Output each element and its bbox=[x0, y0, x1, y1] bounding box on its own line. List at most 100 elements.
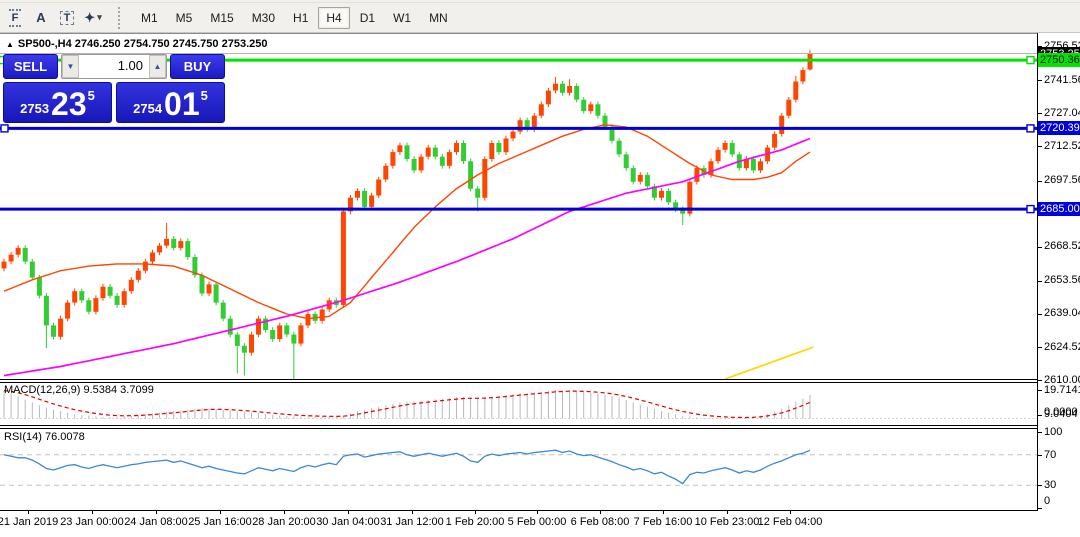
timeframe-m1-button[interactable]: M1 bbox=[133, 7, 166, 29]
price-axis-label: 2668.520 bbox=[1044, 240, 1080, 252]
rsi-level-label: 0 bbox=[1044, 495, 1050, 507]
time-tick bbox=[284, 511, 285, 514]
ask-price-whole: 2754 bbox=[133, 101, 162, 116]
macd-tick bbox=[1038, 390, 1042, 391]
x-axis-label: 21 Jan 2019 bbox=[0, 516, 58, 528]
ask-price-pips: 01 bbox=[164, 89, 200, 119]
volume-increase-button[interactable]: ▲ bbox=[149, 55, 166, 78]
line-handle[interactable] bbox=[1, 125, 8, 132]
price-tag: 2750.368 bbox=[1038, 53, 1080, 67]
x-axis-label: 24 Jan 08:00 bbox=[124, 516, 188, 528]
time-tick bbox=[790, 511, 791, 514]
x-axis-label: 12 Feb 04:00 bbox=[758, 516, 823, 528]
macd-scale-overlap: 9.0404 bbox=[1044, 408, 1078, 420]
x-axis-label: 7 Feb 16:00 bbox=[634, 516, 693, 528]
x-axis-label: 1 Feb 20:00 bbox=[446, 516, 505, 528]
sell-button[interactable]: SELL bbox=[3, 54, 58, 79]
time-tick bbox=[92, 511, 93, 514]
timeframe-m15-button[interactable]: M15 bbox=[202, 7, 241, 29]
x-axis-label: 30 Jan 04:00 bbox=[316, 516, 380, 528]
x-axis-label: 10 Feb 23:00 bbox=[695, 516, 760, 528]
macd-indicator-label: MACD(12,26,9) 9.5384 3.7099 bbox=[4, 384, 154, 396]
volume-input[interactable]: 1.00 bbox=[79, 55, 149, 78]
toolbar: F A T ✦ ▾ M1 M5 M15 M30 H1 H4 D1 W1 MN bbox=[0, 3, 1080, 33]
line-handle[interactable] bbox=[1027, 125, 1034, 132]
price-tick bbox=[1038, 247, 1042, 248]
x-axis-label: 5 Feb 00:00 bbox=[508, 516, 567, 528]
trading-platform-window: F A T ✦ ▾ M1 M5 M15 M30 H1 H4 D1 W1 MN ▲… bbox=[0, 0, 1080, 537]
price-tick bbox=[1038, 146, 1042, 147]
x-axis-label: 6 Feb 08:00 bbox=[571, 516, 630, 528]
price-tick bbox=[1038, 380, 1042, 381]
time-tick bbox=[412, 511, 413, 514]
time-tick bbox=[156, 511, 157, 514]
text-label-icon: T bbox=[60, 11, 75, 25]
rsi-level-label: 70 bbox=[1044, 449, 1056, 461]
price-axis-label: 2697.560 bbox=[1044, 174, 1080, 186]
price-axis-label: 2712.520 bbox=[1044, 140, 1080, 152]
macd-scale-top: 19.7141 bbox=[1044, 384, 1080, 396]
timeframe-h4-button[interactable]: H4 bbox=[318, 7, 349, 29]
price-axis-label: 2741.560 bbox=[1044, 74, 1080, 86]
volume-decrease-button[interactable]: ▼ bbox=[62, 55, 79, 78]
label-tool-button[interactable]: T bbox=[56, 7, 78, 29]
price-tick bbox=[1038, 281, 1042, 282]
timeframe-m30-button[interactable]: M30 bbox=[244, 7, 283, 29]
price-tag: 2720.393 bbox=[1038, 121, 1080, 135]
macd-panel[interactable] bbox=[0, 383, 1037, 425]
time-axis[interactable]: 21 Jan 201923 Jan 00:0024 Jan 08:0025 Ja… bbox=[0, 511, 1080, 537]
price-tick bbox=[1038, 181, 1042, 182]
fibonacci-tool-button[interactable]: F bbox=[4, 7, 26, 29]
chart-title: ▲SP500-,H4 2746.250 2754.750 2745.750 27… bbox=[6, 38, 267, 50]
time-tick bbox=[600, 511, 601, 514]
chevron-down-icon: ▾ bbox=[97, 12, 102, 23]
rsi-tick bbox=[1038, 485, 1042, 486]
time-tick bbox=[28, 511, 29, 514]
price-axis-label: 2624.520 bbox=[1044, 341, 1080, 353]
text-tool-button[interactable]: A bbox=[30, 7, 52, 29]
ask-price-box[interactable]: 2754 01 5 bbox=[116, 82, 225, 123]
rsi-panel[interactable] bbox=[0, 429, 1037, 510]
rsi-tick bbox=[1038, 508, 1042, 509]
bid-price-whole: 2753 bbox=[20, 101, 49, 116]
line-handle[interactable] bbox=[1027, 57, 1034, 64]
price-axis-label: 2653.560 bbox=[1044, 274, 1080, 286]
bid-price-point: 5 bbox=[88, 88, 95, 103]
collapse-arrow-icon[interactable]: ▲ bbox=[6, 40, 14, 49]
rsi-tick bbox=[1038, 455, 1042, 456]
buy-button[interactable]: BUY bbox=[170, 54, 225, 79]
toolbar-grip[interactable] bbox=[118, 7, 125, 29]
ask-price-point: 5 bbox=[201, 88, 208, 103]
volume-stepper: ▼ 1.00 ▲ bbox=[61, 54, 167, 79]
one-click-trading-panel: SELL ▼ 1.00 ▲ BUY 2753 23 5 2754 01 5 bbox=[3, 54, 225, 123]
price-axis[interactable]: 2756.5202741.5602727.0402712.5202697.560… bbox=[1037, 33, 1080, 511]
time-tick bbox=[348, 511, 349, 514]
price-tick bbox=[1038, 347, 1042, 348]
x-axis-label: 25 Jan 16:00 bbox=[188, 516, 252, 528]
arrows-tool-button[interactable]: ✦ ▾ bbox=[82, 7, 104, 29]
timeframe-d1-button[interactable]: D1 bbox=[352, 7, 383, 29]
timeframe-h1-button[interactable]: H1 bbox=[285, 7, 316, 29]
text-icon: A bbox=[36, 10, 45, 25]
bid-price-box[interactable]: 2753 23 5 bbox=[3, 82, 112, 123]
arrows-icon: ✦ bbox=[84, 10, 95, 26]
x-axis-label: 31 Jan 12:00 bbox=[380, 516, 444, 528]
line-handle[interactable] bbox=[1027, 206, 1034, 213]
time-tick bbox=[537, 511, 538, 514]
time-tick bbox=[475, 511, 476, 514]
time-tick bbox=[663, 511, 664, 514]
price-tag: 2685.000 bbox=[1038, 202, 1080, 216]
rsi-level-label: 30 bbox=[1044, 479, 1056, 491]
x-axis-label: 23 Jan 00:00 bbox=[60, 516, 124, 528]
price-tick bbox=[1038, 113, 1042, 114]
time-tick bbox=[727, 511, 728, 514]
rsi-tick bbox=[1038, 432, 1042, 433]
rsi-indicator-label: RSI(14) 76.0078 bbox=[4, 431, 85, 443]
x-axis-label: 28 Jan 20:00 bbox=[252, 516, 316, 528]
timeframe-w1-button[interactable]: W1 bbox=[385, 7, 419, 29]
rsi-level-label: 100 bbox=[1044, 426, 1062, 438]
timeframe-m5-button[interactable]: M5 bbox=[168, 7, 201, 29]
bid-price-pips: 23 bbox=[51, 89, 87, 119]
price-tick bbox=[1038, 80, 1042, 81]
timeframe-mn-button[interactable]: MN bbox=[421, 7, 456, 29]
